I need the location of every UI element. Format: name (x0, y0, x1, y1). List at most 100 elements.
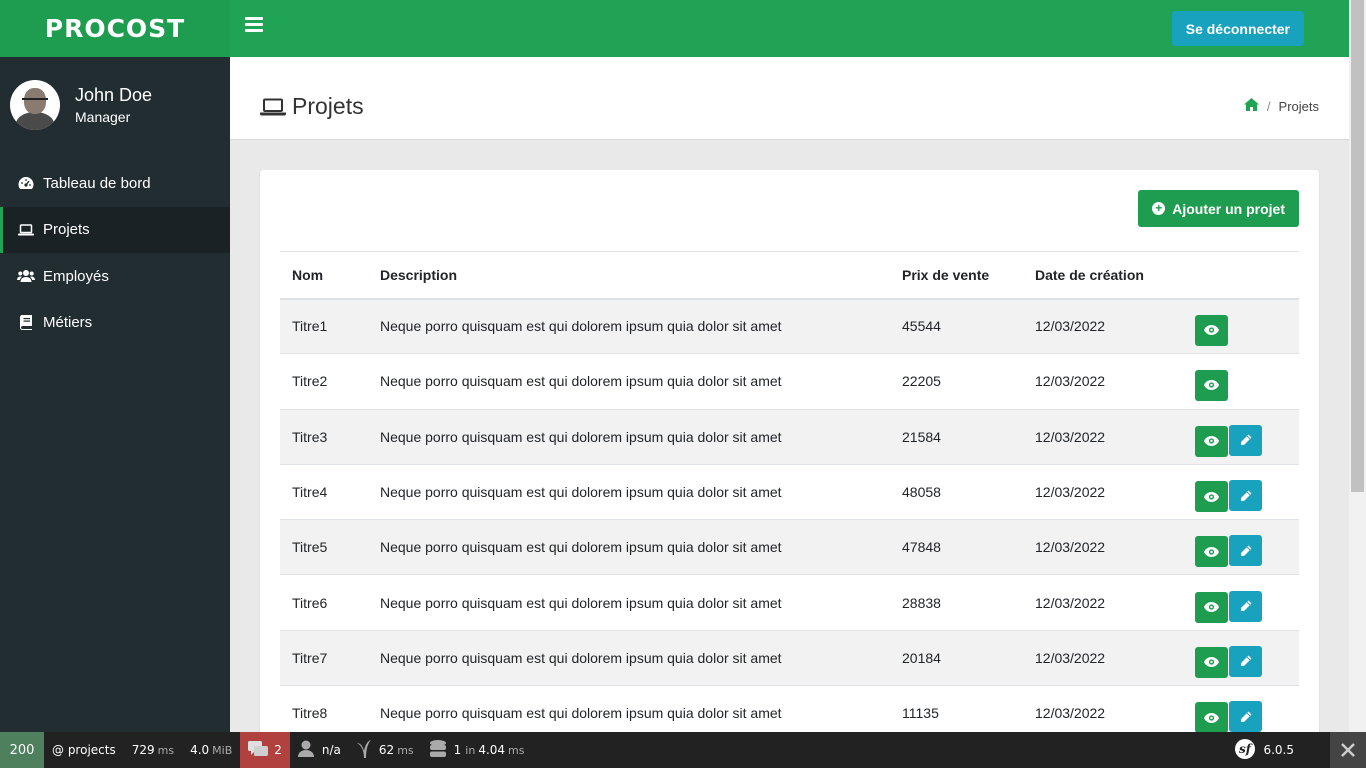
content-header: Projets / Projets (230, 57, 1349, 140)
pencil-icon (1240, 434, 1252, 446)
cell-description: Neque porro quisquam est qui dolorem ips… (368, 463, 890, 520)
view-button[interactable] (1195, 591, 1228, 623)
view-button[interactable] (1195, 702, 1228, 734)
edit-button[interactable] (1229, 590, 1262, 622)
twig-icon (356, 739, 371, 761)
scrollbar-thumb[interactable] (1351, 0, 1364, 492)
table-row: Titre1 Neque porro quisquam est qui dolor… (280, 297, 1299, 354)
edit-button[interactable] (1229, 424, 1262, 456)
table-row: Titre5 Neque porro quisquam est qui dolor… (280, 519, 1299, 575)
cell-description: Neque porro quisquam est qui dolorem ips… (368, 629, 890, 686)
table-row: Titre4 Neque porro quisquam est qui dolor… (280, 463, 1299, 520)
add-project-button[interactable]: + Ajouter un projet (1138, 190, 1299, 227)
edit-button[interactable] (1229, 480, 1262, 512)
cell-nom: Titre5 (280, 519, 368, 575)
eye-icon (1204, 436, 1219, 447)
home-icon[interactable] (1243, 98, 1259, 114)
cell-nom: Titre7 (280, 629, 368, 686)
view-button[interactable] (1195, 369, 1228, 401)
cell-date: 12/03/2022 (1023, 574, 1183, 631)
symfony-version[interactable]: sf 6.0.5 (1227, 732, 1302, 768)
table-row: Titre7 Neque porro quisquam est qui dolor… (280, 629, 1299, 686)
request-time[interactable]: 729 ms (124, 732, 182, 768)
laptop-icon (17, 222, 35, 238)
cell-prix: 21584 (890, 408, 1023, 465)
pencil-icon (1240, 600, 1252, 612)
cell-nom: Titre4 (280, 463, 368, 520)
log-icon (248, 740, 269, 760)
eye-icon (1204, 712, 1219, 723)
edit-button[interactable] (1229, 701, 1262, 733)
laptop-icon (260, 98, 286, 116)
cell-date: 12/03/2022 (1023, 408, 1183, 465)
breadcrumb-current: Projets (1278, 98, 1319, 114)
close-icon[interactable] (1330, 732, 1366, 768)
logs-indicator[interactable]: 2 (240, 732, 290, 768)
sidebar-item-label: Tableau de bord (43, 174, 151, 192)
view-button[interactable] (1195, 536, 1228, 568)
cell-description: Neque porro quisquam est qui dolorem ips… (368, 408, 890, 465)
status-code[interactable]: 200 (0, 732, 44, 768)
pencil-icon (1240, 545, 1252, 557)
cell-prix: 28838 (890, 574, 1023, 631)
eye-icon (1204, 380, 1219, 391)
view-button[interactable] (1195, 314, 1228, 346)
symfony-logo-icon: sf (1235, 738, 1256, 762)
cell-date: 12/03/2022 (1023, 463, 1183, 520)
column-header-date: Date de création (1023, 251, 1183, 300)
column-header-prix: Prix de vente (890, 251, 1023, 300)
security-user[interactable]: n/a (290, 732, 349, 768)
book-icon (17, 315, 35, 331)
sidebar-item-metiers[interactable]: Métiers (0, 300, 230, 347)
column-header-nom: Nom (280, 251, 368, 300)
projects-table: Nom Description Prix de vente Date de cr… (280, 251, 1299, 741)
menu-toggle-icon[interactable] (245, 17, 263, 33)
memory-usage[interactable]: 4.0 MiB (182, 732, 240, 768)
table-header-row: Nom Description Prix de vente Date de cr… (280, 251, 1299, 300)
brand-logo[interactable]: PROCOST (0, 0, 230, 57)
sidebar-item-tableau-de-bord[interactable]: Tableau de bord (0, 160, 230, 207)
edit-button[interactable] (1229, 535, 1262, 567)
route-name[interactable]: @ projects (44, 732, 124, 768)
cell-actions (1183, 574, 1299, 631)
avatar (10, 80, 60, 130)
view-button[interactable] (1195, 481, 1228, 513)
breadcrumb: / Projets (1243, 98, 1319, 114)
sidebar-item-label: Employés (43, 267, 109, 285)
cell-nom: Titre1 (280, 297, 368, 354)
projects-card: + Ajouter un projet Nom Description Prix… (260, 170, 1319, 768)
page-title: Projets (260, 93, 364, 120)
plus-circle-icon: + (1152, 202, 1166, 215)
cell-description: Neque porro quisquam est qui dolorem ips… (368, 519, 890, 575)
cell-description: Neque porro quisquam est qui dolorem ips… (368, 574, 890, 631)
cell-date: 12/03/2022 (1023, 353, 1183, 410)
cell-nom: Titre2 (280, 353, 368, 410)
view-button[interactable] (1195, 425, 1228, 457)
table-row: Titre3 Neque porro quisquam est qui dolor… (280, 408, 1299, 465)
column-header-actions (1183, 251, 1299, 300)
pencil-icon (1240, 655, 1252, 667)
eye-icon (1204, 546, 1219, 557)
cell-actions (1183, 408, 1299, 465)
top-navbar: Se déconnecter (230, 0, 1349, 57)
pencil-icon (1240, 711, 1252, 723)
sidebar-item-projets[interactable]: Projets (0, 206, 230, 253)
cell-nom: Titre3 (280, 408, 368, 465)
user-panel: John Doe Manager (0, 57, 230, 160)
logout-button[interactable]: Se déconnecter (1171, 11, 1304, 46)
page-scrollbar[interactable] (1349, 0, 1366, 732)
cell-actions (1183, 519, 1299, 575)
twig-time[interactable]: 62 ms (349, 732, 422, 768)
cell-prix: 47848 (890, 519, 1023, 575)
edit-button[interactable] (1229, 645, 1262, 677)
user-icon (297, 740, 314, 760)
cell-actions (1183, 297, 1299, 354)
sidebar-item-employes[interactable]: Employés (0, 253, 230, 300)
database-queries[interactable]: 1 in 4.04 ms (422, 732, 533, 768)
user-name: John Doe (75, 85, 153, 105)
cell-date: 12/03/2022 (1023, 629, 1183, 686)
view-button[interactable] (1195, 646, 1228, 678)
breadcrumb-separator: / (1266, 98, 1271, 114)
database-icon (429, 739, 446, 761)
cell-prix: 22205 (890, 353, 1023, 410)
